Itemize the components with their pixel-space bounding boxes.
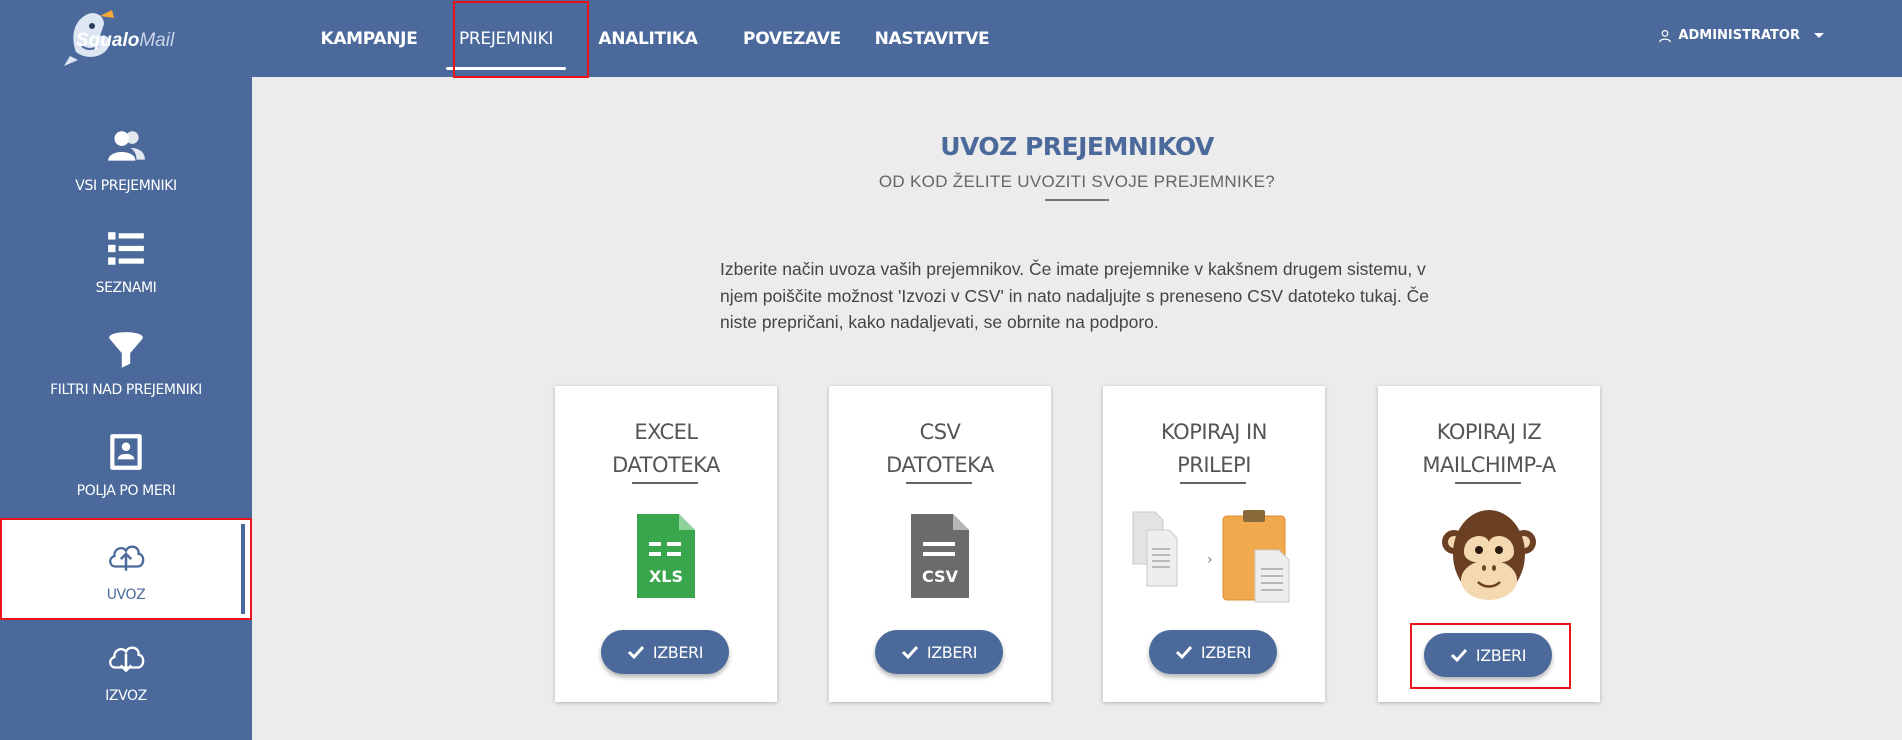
sidebar-item-uvoz[interactable]: UVOZ [0,518,252,620]
check-icon [901,645,919,660]
cloud-upload-icon [109,545,145,571]
card-divider [632,482,698,484]
sidebar-item-label: FILTRI NAD PREJEMNIKI [50,382,202,398]
select-button-csv[interactable]: IZBERI [875,630,1003,674]
cloud-download-icon [109,646,145,673]
card-title: EXCEL DATOTEKA [612,420,720,477]
sidebar-item-filtri[interactable]: FILTRI NAD PREJEMNIKI [0,314,252,414]
list-icon [108,232,144,265]
svg-text:CSV: CSV [922,567,959,586]
caret-down-icon [1814,33,1824,38]
card-title: CSV DATOTEKA [886,420,994,477]
select-button-copy-paste[interactable]: IZBERI [1149,630,1277,674]
user-icon [1659,29,1672,42]
logo-text: SqualoMail [76,30,175,51]
sidebar-item-label: SEZNAMI [95,280,157,296]
sidebar-item-label: UVOZ [106,587,146,603]
csv-file-icon: CSV [911,514,969,598]
sidebar-item-polja-po-meri[interactable]: POLJA PO MERI [0,415,252,515]
title-divider [1045,199,1109,201]
user-name: ADMINISTRATOR [1678,28,1800,43]
sidebar-item-izvoz[interactable]: IZVOZ [0,620,252,720]
sidebar-item-vsi-prejemniki[interactable]: VSI PREJEMNIKI [0,110,252,210]
top-bar: SqualoMail KAMPANJE PREJEMNIKI ANALITIKA… [0,0,1902,78]
sidebar: VSI PREJEMNIKI SEZNAMI FILTRI NAD PREJEM… [0,77,252,740]
card-title: KOPIRAJ IZ MAILCHIMP-A [1422,420,1556,477]
sidebar-item-label: VSI PREJEMNIKI [75,178,177,194]
check-icon [627,645,645,660]
intro-text: Izberite način uvoza vaših prejemnikov. … [720,259,1429,332]
nav-analitika[interactable]: ANALITIKA [574,0,722,77]
import-card-csv: CSV DATOTEKA CSV IZBERI [829,386,1051,702]
id-card-icon [110,434,142,470]
xls-file-icon: XLS [637,514,695,598]
check-icon [1175,645,1193,660]
card-divider [1455,482,1521,484]
svg-text:XLS: XLS [649,567,683,586]
copy-paste-icon: › [1132,510,1290,603]
highlight-box-nav [453,1,589,78]
sidebar-item-label: IZVOZ [105,688,147,704]
nav-povezave[interactable]: POVEZAVE [722,0,862,77]
main-nav: KAMPANJE PREJEMNIKI ANALITIKA POVEZAVE N… [300,0,1002,77]
funnel-icon [109,332,143,368]
nav-nastavitve[interactable]: NASTAVITVE [862,0,1002,77]
import-card-copy-paste: KOPIRAJ IN PRILEPI › IZBERI [1103,386,1325,702]
user-menu[interactable]: ADMINISTRATOR [1658,28,1824,43]
card-divider [1180,482,1246,484]
page-title: UVOZ PREJEMNIKOV [940,132,1214,161]
nav-kampanje[interactable]: KAMPANJE [300,0,438,77]
select-button-excel[interactable]: IZBERI [601,630,729,674]
import-card-excel: EXCEL DATOTEKA XLS IZBERI [555,386,777,702]
card-title: KOPIRAJ IN PRILEPI [1161,420,1267,477]
users-icon [108,131,145,161]
mailchimp-monkey-icon [1442,510,1536,600]
highlight-box-mailchimp-button [1410,623,1571,689]
sidebar-item-label: POLJA PO MERI [76,483,176,499]
card-divider [906,482,972,484]
sidebar-item-seznami[interactable]: SEZNAMI [0,212,252,312]
page-subtitle: OD KOD ŽELITE UVOZITI SVOJE PREJEMNIKE? [878,172,1276,191]
svg-text:›: › [1207,552,1213,568]
